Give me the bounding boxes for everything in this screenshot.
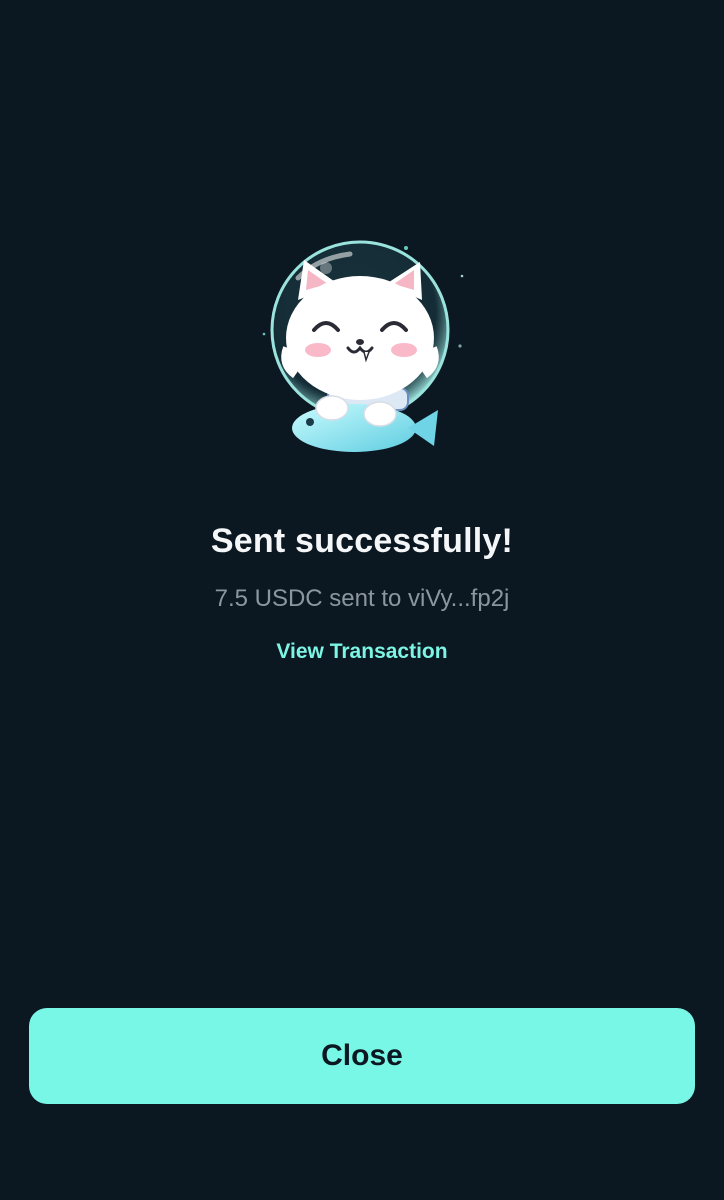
success-title: Sent successfully! [210,522,514,560]
view-transaction-link[interactable]: View Transaction [262,636,462,668]
close-button[interactable]: Close [29,1008,695,1104]
transfer-summary: 7.5 USDC sent to viVy...fp2j [214,585,510,612]
astronaut-cat-icon [258,238,466,470]
